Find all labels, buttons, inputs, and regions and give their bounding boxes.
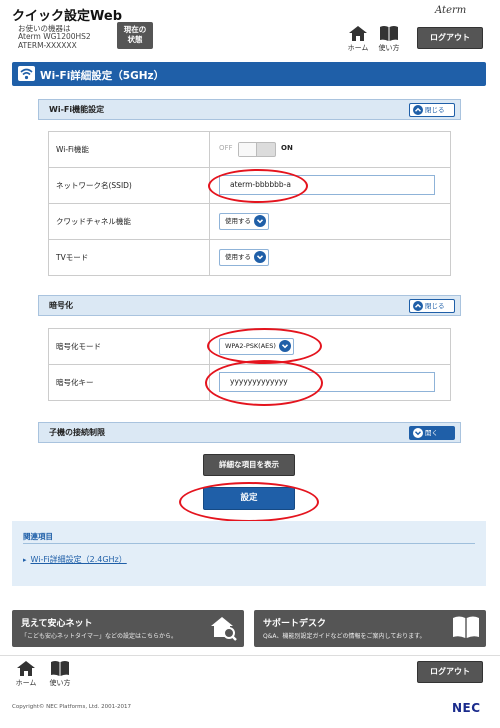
quad-channel-value: 使用する	[211, 204, 450, 239]
child-limit-expand-button[interactable]: 開く	[409, 426, 455, 440]
quad-channel-selected: 使用する	[225, 217, 251, 225]
device-model: Aterm WG1200HS2	[18, 32, 91, 41]
support-desk-banner[interactable]: サポートデスク Q&A、機能別設定ガイドなどの情報をご案内しております。	[254, 610, 486, 647]
book-icon	[380, 26, 398, 41]
annotation-ring-apply-button	[179, 482, 319, 522]
home-nav[interactable]: ホーム	[345, 26, 371, 53]
related-items-panel: 関連項目 ▸ Wi-Fi詳細設定（2.4GHz）	[12, 521, 486, 586]
section-header-child-limit: 子機の接続制限 開く	[38, 422, 461, 443]
book-icon	[51, 661, 69, 676]
wifi-func-value: OFF ON	[211, 132, 450, 167]
tv-mode-select[interactable]: 使用する	[219, 249, 269, 266]
wifi-collapse-button[interactable]: 閉じる	[409, 103, 455, 117]
chevron-down-icon	[254, 215, 266, 227]
footer-divider	[0, 655, 500, 656]
footer-home-label: ホーム	[15, 679, 37, 687]
encryption-mode-label: 暗号化モード	[49, 329, 210, 364]
quad-channel-label: クワッドチャネル機能	[49, 204, 210, 239]
page-root: クイック設定Web お使いの機器は Aterm WG1200HS2 ATERM-…	[0, 0, 500, 728]
table-row: Wi-Fi機能 OFF ON	[48, 132, 451, 168]
arrow-right-icon: ▸	[23, 556, 27, 564]
footer-home-nav[interactable]: ホーム	[13, 661, 39, 688]
annotation-ring-encryption-mode	[207, 328, 322, 364]
logout-button[interactable]: ログアウト	[417, 27, 483, 49]
home-icon	[349, 26, 367, 41]
header: クイック設定Web お使いの機器は Aterm WG1200HS2 ATERM-…	[0, 0, 500, 58]
related-items-title: 関連項目	[23, 532, 53, 541]
chevron-down-icon	[254, 251, 266, 263]
home-icon	[17, 661, 35, 676]
annotation-ring-ssid	[208, 169, 308, 203]
status-line1: 現在の	[123, 25, 147, 34]
table-row: クワッドチャネル機能 使用する	[48, 204, 451, 240]
footer-usage-label: 使い方	[49, 679, 71, 687]
tv-mode-selected: 使用する	[225, 253, 251, 261]
encryption-collapse-label: 閉じる	[425, 302, 445, 310]
encryption-key-label: 暗号化キー	[49, 365, 210, 400]
page-title-bar: Wi-Fi詳細設定（5GHz）	[12, 62, 486, 86]
section-title-wifi: Wi-Fi機能設定	[49, 105, 105, 114]
chevron-up-icon	[413, 301, 423, 311]
page-title: Wi-Fi詳細設定（5GHz）	[40, 70, 165, 82]
wifi-settings-table: Wi-Fi機能 OFF ON ネットワーク名(SSID) aterm-bbbbb…	[48, 131, 451, 276]
quad-channel-select[interactable]: 使用する	[219, 213, 269, 230]
support-desk-title: サポートデスク	[263, 619, 327, 629]
toggle-knob	[239, 143, 257, 156]
usage-nav[interactable]: 使い方	[376, 26, 402, 53]
tv-mode-label: TVモード	[49, 240, 210, 275]
usage-nav-label: 使い方	[378, 44, 400, 52]
section-header-wifi: Wi-Fi機能設定 閉じる	[38, 99, 461, 120]
section-title-child-limit: 子機の接続制限	[49, 428, 105, 437]
current-status-button[interactable]: 現在の 状態	[117, 22, 153, 49]
toggle-on-label: ON	[281, 144, 293, 152]
nec-logo: NEC	[452, 701, 481, 715]
app-title: クイック設定Web	[12, 9, 122, 24]
safety-net-banner[interactable]: 見えて安心ネット 「こども安心ネットタイマー」などの設定はこちらから。	[12, 610, 244, 647]
related-divider	[23, 543, 475, 544]
wifi-collapse-label: 閉じる	[425, 106, 445, 114]
copyright-text: Copyright© NEC Platforms, Ltd. 2001-2017	[12, 704, 132, 710]
related-link-wifi-24ghz[interactable]: ▸ Wi-Fi詳細設定（2.4GHz）	[23, 554, 127, 565]
section-header-encryption: 暗号化 閉じる	[38, 295, 461, 316]
toggle-switch[interactable]	[238, 142, 276, 157]
status-line2: 状態	[127, 35, 143, 44]
device-name: ATERM-XXXXXX	[18, 41, 77, 50]
table-row: TVモード 使用する	[48, 240, 451, 276]
footer-usage-nav[interactable]: 使い方	[47, 661, 73, 688]
open-book-icon	[453, 616, 479, 638]
section-title-encryption: 暗号化	[49, 301, 73, 310]
support-desk-subtitle: Q&A、機能別設定ガイドなどの情報をご案内しております。	[263, 633, 426, 640]
brand-logo: Aterm	[435, 5, 467, 16]
toggle-off-label: OFF	[219, 144, 233, 152]
wifi-icon	[18, 66, 35, 81]
home-nav-label: ホーム	[347, 44, 369, 52]
annotation-ring-encryption-key	[205, 360, 323, 406]
related-link-label: Wi-Fi詳細設定（2.4GHz）	[30, 555, 127, 564]
safety-net-title: 見えて安心ネット	[21, 619, 93, 629]
safety-net-subtitle: 「こども安心ネットタイマー」などの設定はこちらから。	[21, 633, 178, 640]
tv-mode-value: 使用する	[211, 240, 450, 275]
wifi-func-label: Wi-Fi機能	[49, 132, 210, 167]
chevron-down-icon	[413, 428, 423, 438]
footer-logout-button[interactable]: ログアウト	[417, 661, 483, 683]
show-advanced-button[interactable]: 詳細な項目を表示	[203, 454, 295, 476]
child-limit-expand-label: 開く	[425, 429, 438, 437]
chevron-up-icon	[413, 105, 423, 115]
house-search-icon	[211, 617, 237, 641]
encryption-collapse-button[interactable]: 閉じる	[409, 299, 455, 313]
ssid-label: ネットワーク名(SSID)	[49, 168, 210, 203]
